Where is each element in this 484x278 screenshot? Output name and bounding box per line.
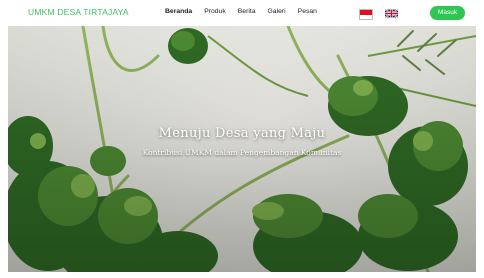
page: UMKM DESA TIRTAJAYA Beranda Produk Berit… xyxy=(0,0,484,278)
navbar: UMKM DESA TIRTAJAYA Beranda Produk Berit… xyxy=(0,0,484,26)
uk-flag-icon[interactable] xyxy=(385,9,398,18)
nav-menu: Beranda Produk Berita Galeri Pesan xyxy=(165,8,329,15)
hero-subtitle: Kontribusi UMKM dalam Pengembangan Komun… xyxy=(142,148,342,157)
hero-banner: Menuju Desa yang Maju Kontribusi UMKM da… xyxy=(8,26,476,272)
hero-title: Menuju Desa yang Maju xyxy=(158,126,326,141)
brand-logo-text[interactable]: UMKM DESA TIRTAJAYA xyxy=(28,7,129,17)
nav-item-berita[interactable]: Berita xyxy=(238,8,256,15)
nav-item-beranda[interactable]: Beranda xyxy=(165,8,192,15)
login-button[interactable]: Masuk xyxy=(430,6,465,20)
indonesian-flag-icon[interactable] xyxy=(359,9,373,20)
nav-item-pesan[interactable]: Pesan xyxy=(298,8,317,15)
nav-item-produk[interactable]: Produk xyxy=(204,8,226,15)
nav-item-galeri[interactable]: Galeri xyxy=(268,8,286,15)
